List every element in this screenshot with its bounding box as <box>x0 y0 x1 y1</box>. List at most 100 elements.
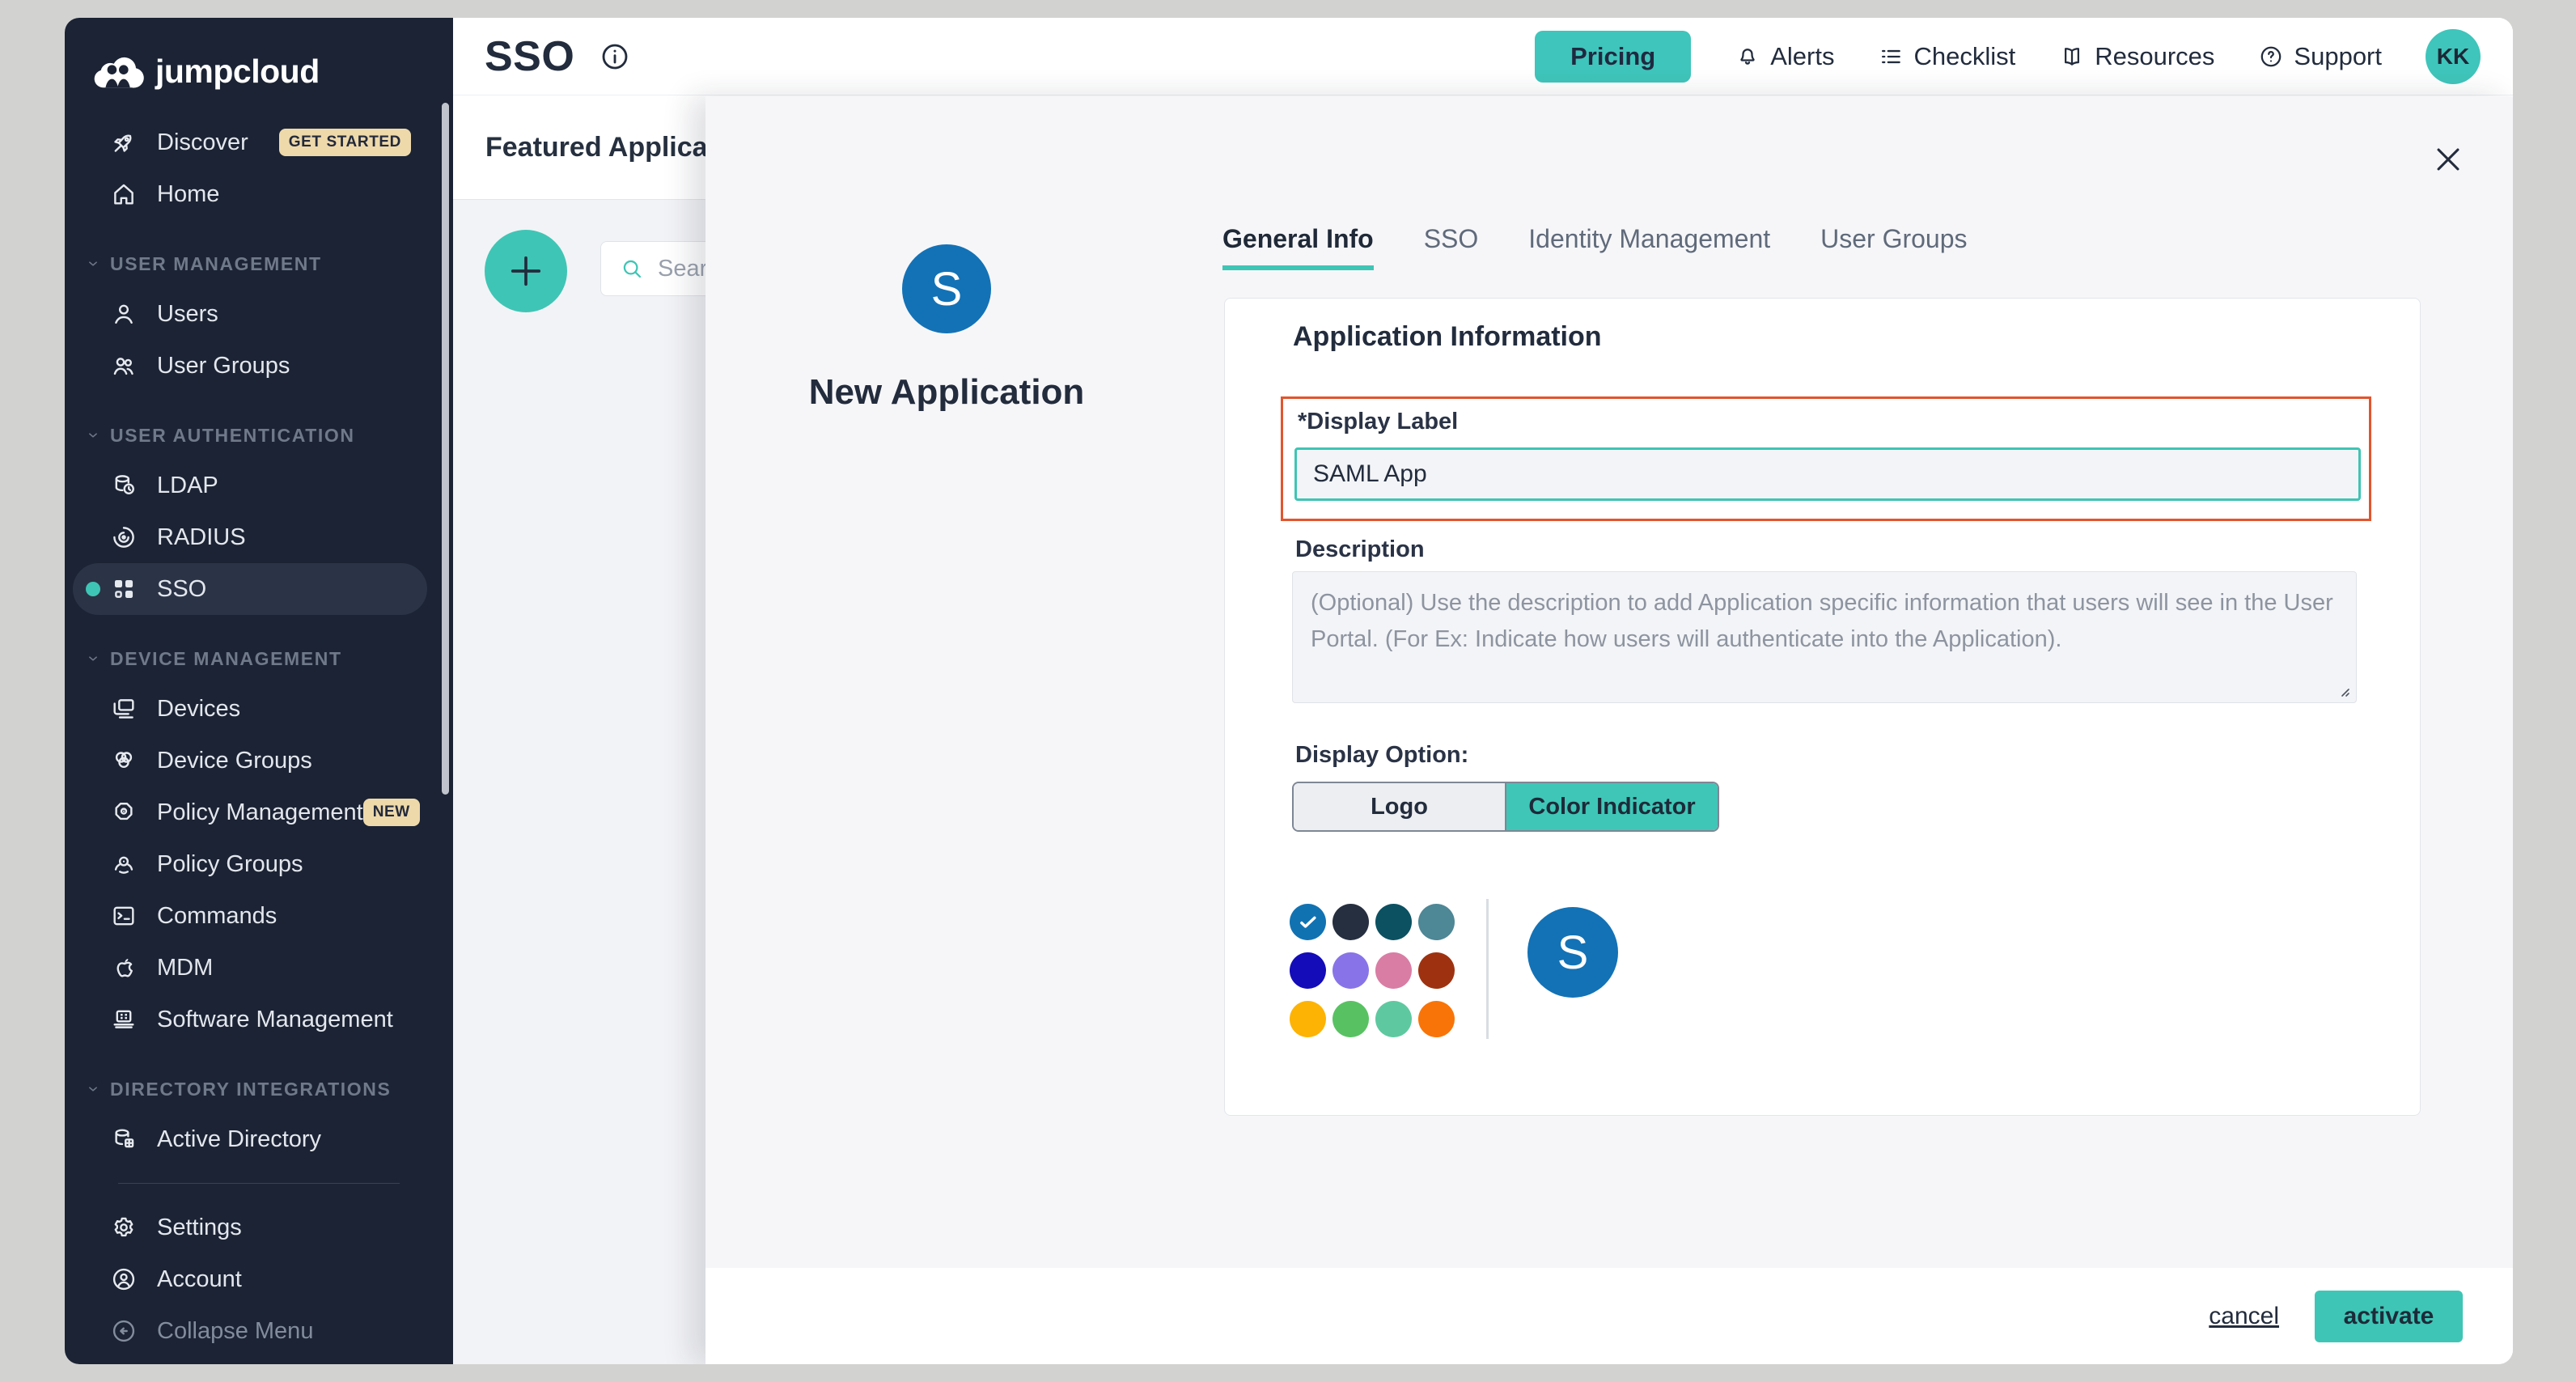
color-swatch-5ec9a0[interactable] <box>1375 1001 1412 1037</box>
tab-general-info[interactable]: General Info <box>1222 224 1374 270</box>
description-textarea[interactable] <box>1292 571 2357 703</box>
activate-button[interactable]: activate <box>2315 1291 2463 1342</box>
sidebar-item-policy-groups[interactable]: Policy Groups <box>73 838 427 890</box>
user-avatar[interactable]: KK <box>2426 29 2481 84</box>
sidebar-divider <box>118 1183 400 1184</box>
sidebar: jumpcloud DiscoverGET STARTED Home USER MA… <box>65 18 453 1364</box>
sidebar-item-account[interactable]: Account <box>73 1253 427 1305</box>
sidebar-item-mdm[interactable]: MDM <box>73 942 427 994</box>
sidebar-item-settings[interactable]: Settings <box>73 1202 427 1253</box>
search-icon <box>619 256 645 282</box>
color-swatch-1172b2[interactable] <box>1290 904 1326 940</box>
sidebar-item-user-groups[interactable]: User Groups <box>73 340 427 392</box>
active-indicator-dot <box>86 582 100 596</box>
header-action-checklist[interactable]: Checklist <box>1878 42 2015 71</box>
close-icon[interactable] <box>2430 142 2466 177</box>
pricing-button[interactable]: Pricing <box>1535 31 1691 83</box>
color-swatch-8874e8[interactable] <box>1332 952 1369 989</box>
info-icon[interactable] <box>599 40 631 73</box>
ldap-database-icon <box>110 472 138 499</box>
sidebar-item-software-management[interactable]: Software Management <box>73 994 427 1045</box>
color-preview-avatar: S <box>1527 907 1618 998</box>
color-swatch-140cb8[interactable] <box>1290 952 1326 989</box>
header-action-resources[interactable]: Resources <box>2059 42 2214 71</box>
chevron-down-icon <box>84 1080 102 1098</box>
help-icon <box>2258 44 2284 70</box>
sidebar-section-device-management[interactable]: DEVICE MANAGEMENT <box>65 634 453 683</box>
color-swatch-0b5162[interactable] <box>1375 904 1412 940</box>
application-avatar: S <box>902 244 991 333</box>
display-option-logo[interactable]: Logo <box>1294 783 1506 830</box>
collapse-arrow-icon <box>110 1317 138 1345</box>
card-section-title: Application Information <box>1293 321 1602 353</box>
color-swatch-58c263[interactable] <box>1332 1001 1369 1037</box>
color-swatch-262f3f[interactable] <box>1332 904 1369 940</box>
sidebar-item-label: Home <box>157 181 219 208</box>
sso-grid-icon <box>110 575 138 603</box>
sidebar-item-discover[interactable]: DiscoverGET STARTED <box>73 117 427 168</box>
section-title: USER AUTHENTICATION <box>110 425 355 447</box>
sidebar-item-users[interactable]: Users <box>73 288 427 340</box>
book-icon <box>2059 44 2085 70</box>
header-action-alerts[interactable]: Alerts <box>1735 42 1834 71</box>
jumpcloud-cloud-icon <box>89 51 147 91</box>
sidebar-item-collapse-menu[interactable]: Collapse Menu <box>73 1305 427 1357</box>
sidebar-item-active-directory[interactable]: Active Directory <box>73 1113 427 1165</box>
plus-icon <box>505 250 547 292</box>
sidebar-item-label: Collapse Menu <box>157 1318 313 1345</box>
sidebar-item-label: Policy Groups <box>157 851 303 878</box>
sidebar-item-label: Devices <box>157 696 240 723</box>
add-application-button[interactable] <box>485 230 567 312</box>
sidebar-item-label: Active Directory <box>157 1126 321 1153</box>
sidebar-item-ldap[interactable]: LDAP <box>73 460 427 511</box>
tab-identity-management[interactable]: Identity Management <box>1528 224 1770 270</box>
panel-body: S New Application General InfoSSOIdentit… <box>705 96 2513 1268</box>
cancel-button[interactable]: cancel <box>2209 1303 2279 1330</box>
header-action-support[interactable]: Support <box>2258 42 2382 71</box>
sidebar-scrollbar[interactable] <box>442 103 449 795</box>
section-title: DIRECTORY INTEGRATIONS <box>110 1079 391 1100</box>
sidebar-section-directory-integrations[interactable]: DIRECTORY INTEGRATIONS <box>65 1065 453 1113</box>
top-header: SSO Pricing AlertsChecklistResourcesSupp… <box>453 18 2513 95</box>
sidebar-section-user-authentication[interactable]: USER AUTHENTICATION <box>65 411 453 460</box>
user-groups-icon <box>110 352 138 379</box>
chevron-down-icon <box>84 255 102 273</box>
display-label-input[interactable] <box>1294 447 2361 501</box>
active-directory-icon <box>110 1126 138 1153</box>
sidebar-item-home[interactable]: Home <box>73 168 427 220</box>
sidebar-item-devices[interactable]: Devices <box>73 683 427 735</box>
display-option-label: Display Option: <box>1295 742 1468 769</box>
sidebar-section-user-management[interactable]: USER MANAGEMENT <box>65 240 453 288</box>
user-icon <box>110 300 138 328</box>
header-action-label: Support <box>2294 42 2382 71</box>
panel-footer: cancel activate <box>705 1268 2513 1364</box>
color-swatch-9e3210[interactable] <box>1418 952 1455 989</box>
display-option-color-indicator[interactable]: Color Indicator <box>1506 783 1718 830</box>
header-action-label: Alerts <box>1770 42 1834 71</box>
new-application-panel: S New Application General InfoSSOIdentit… <box>705 96 2513 1364</box>
sidebar-item-device-groups[interactable]: Device Groups <box>73 735 427 786</box>
app-window: jumpcloud DiscoverGET STARTED Home USER MA… <box>65 18 2513 1364</box>
policy-groups-icon <box>110 850 138 878</box>
screen: jumpcloud DiscoverGET STARTED Home USER MA… <box>0 0 2576 1382</box>
textarea-resize-handle-icon[interactable] <box>2337 684 2351 698</box>
tab-user-groups[interactable]: User Groups <box>1820 224 1967 270</box>
sidebar-item-sso[interactable]: SSO <box>73 563 427 615</box>
jumpcloud-logo[interactable]: jumpcloud <box>65 18 453 100</box>
tab-sso[interactable]: SSO <box>1424 224 1479 270</box>
sidebar-item-label: Policy Management <box>157 799 363 826</box>
color-swatch-fdb304[interactable] <box>1290 1001 1326 1037</box>
swatch-preview-divider <box>1486 899 1489 1039</box>
display-label-label: *Display Label <box>1298 409 1458 435</box>
color-swatch-f97408[interactable] <box>1418 1001 1455 1037</box>
display-option-toggle: LogoColor Indicator <box>1292 782 1719 832</box>
color-swatch-4e8796[interactable] <box>1418 904 1455 940</box>
color-swatch-d97da5[interactable] <box>1375 952 1412 989</box>
sidebar-item-label: Discover <box>157 129 248 156</box>
sidebar-item-policy-management[interactable]: Policy ManagementNEW <box>73 786 427 838</box>
device-groups-icon <box>110 747 138 774</box>
sidebar-item-radius[interactable]: RADIUS <box>73 511 427 563</box>
gear-icon <box>110 1214 138 1241</box>
sidebar-item-commands[interactable]: Commands <box>73 890 427 942</box>
section-title: DEVICE MANAGEMENT <box>110 648 342 670</box>
